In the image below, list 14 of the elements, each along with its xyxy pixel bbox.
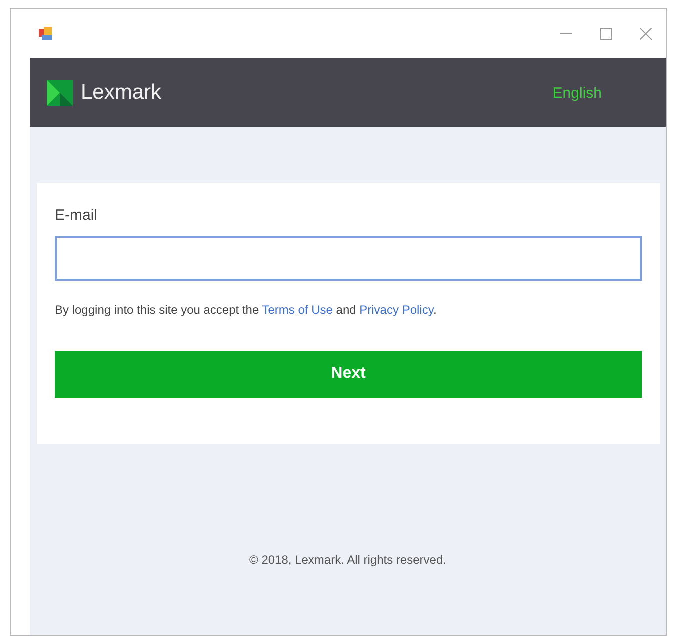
language-link[interactable]: English [552,83,602,106]
copyright-text: © 2018, Lexmark. All rights reserved. [250,552,446,569]
policy-link[interactable]: Terms of Use [262,302,333,316]
next-button[interactable]: Next [55,350,642,398]
terms-text: By logging into this site you accept the Terms of Use and Privacy Policy. [55,302,438,318]
minimize-icon[interactable] [560,32,572,34]
app-icon [38,26,54,42]
logo-icon [47,80,73,106]
email-field[interactable] [55,236,642,280]
brand-name: Lexmark [81,80,162,106]
email-label: E-mail [55,206,99,226]
close-icon[interactable] [640,28,652,40]
maximize-icon[interactable] [600,28,612,40]
policy-link[interactable]: Privacy Policy [360,302,434,316]
